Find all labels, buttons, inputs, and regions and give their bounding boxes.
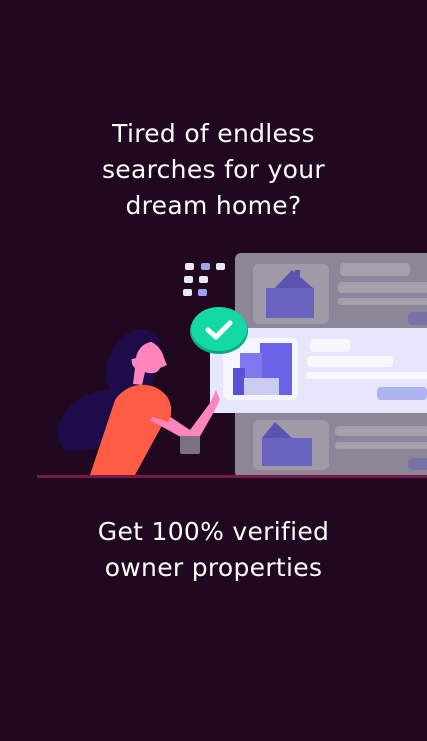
headline-line: dream home?: [125, 191, 302, 220]
headline-line: Tired of endless: [112, 119, 315, 148]
tagline-line: owner properties: [104, 553, 323, 582]
illustration: [37, 253, 427, 478]
dots-decoration: [183, 263, 225, 296]
check-icon: [190, 307, 248, 354]
woman-illustration: [57, 329, 220, 475]
ground-line: [37, 475, 427, 478]
headline-line: searches for your: [101, 155, 326, 184]
tagline-line: Get 100% verified: [97, 517, 330, 546]
headline: Tired of endless searches for your dream…: [0, 116, 427, 224]
tagline: Get 100% verified owner properties: [0, 514, 427, 586]
